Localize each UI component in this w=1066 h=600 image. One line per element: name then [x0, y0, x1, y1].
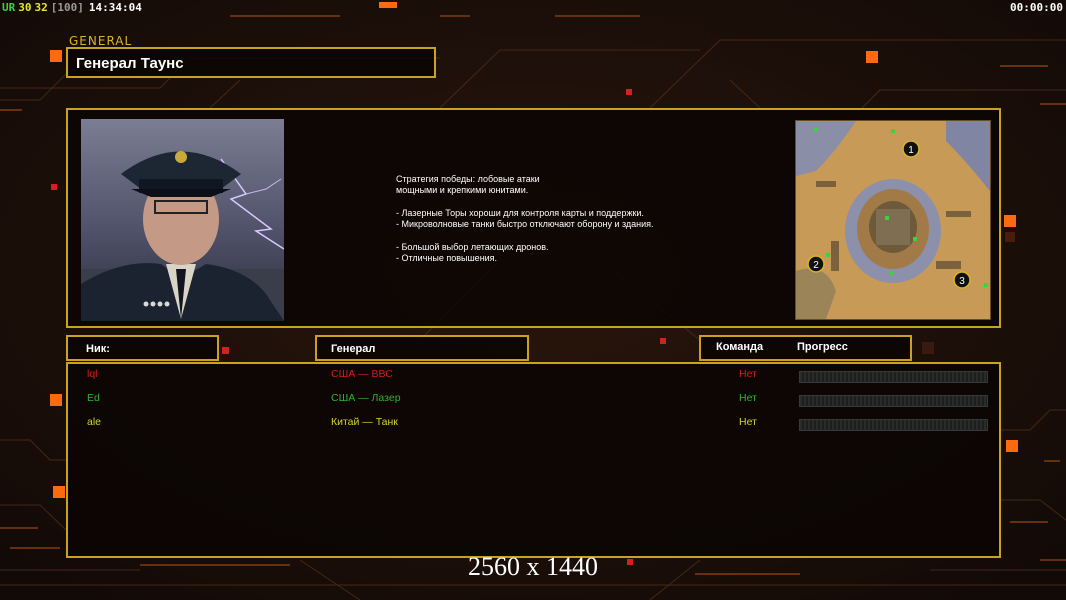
general-tag-label: GENERAL [69, 34, 133, 48]
minimap: 1 2 3 [795, 120, 991, 320]
column-header-general-label: Генерал [331, 343, 376, 355]
player-progress-bar [799, 395, 988, 407]
hud-segment: 30 [18, 1, 32, 14]
hud-segment: 14:34:04 [88, 1, 142, 14]
general-description: Стратегия победы: лобовые атаки мощными … [396, 174, 654, 264]
player-general: Китай — Танк [331, 416, 398, 428]
column-header-team-progress: Команда Прогресс [699, 335, 912, 361]
decor-square [922, 342, 934, 354]
hud-segment: [100] [50, 1, 84, 14]
player-general: США — Лазер [331, 392, 401, 404]
player-row: ale Китай — Танк Нет [68, 416, 999, 432]
fps-readout: UR 30 32 [100] 14:34:04 [2, 1, 145, 14]
player-team: Нет [739, 416, 757, 428]
start-position-2: 2 [813, 260, 819, 271]
start-position-1: 1 [908, 145, 914, 156]
decor-square [1006, 440, 1018, 452]
column-header-nick: Ник: [66, 335, 219, 361]
resolution-label: 2560 x 1440 [468, 552, 598, 581]
decor-square [50, 394, 62, 406]
player-nick: ale [87, 416, 102, 428]
decor-square [53, 486, 65, 498]
decor-square [866, 51, 878, 63]
hud-segment: UR [2, 1, 16, 14]
player-progress-bar [799, 371, 988, 383]
decor-square [379, 2, 397, 8]
player-list-panel: lql США — ВВС Нет Ed США — Лазер Нет ale… [66, 362, 1001, 558]
general-portrait [81, 119, 284, 321]
player-team: Нет [739, 368, 757, 380]
column-header-general: Генерал [315, 335, 529, 361]
player-general: США — ВВС [331, 368, 393, 380]
player-row: Ed США — Лазер Нет [68, 392, 999, 408]
decor-square [50, 50, 62, 62]
column-header-team-label: Команда [716, 341, 764, 353]
general-name: Генерал Таунс [76, 55, 184, 72]
player-row: lql США — ВВС Нет [68, 368, 999, 384]
start-position-3: 3 [959, 276, 965, 287]
general-info-panel: Стратегия победы: лобовые атаки мощными … [66, 108, 1001, 328]
player-nick: Ed [87, 392, 100, 404]
decor-square [51, 184, 57, 190]
player-team: Нет [739, 392, 757, 404]
hud-segment: 32 [34, 1, 48, 14]
decor-square [1005, 232, 1015, 242]
column-header-progress-label: Прогресс [797, 341, 848, 353]
player-progress-bar [799, 419, 988, 431]
column-header-nick-label: Ник: [86, 343, 110, 355]
decor-square [660, 338, 666, 344]
decor-square [1004, 215, 1016, 227]
decor-square [222, 347, 229, 354]
general-name-box: Генерал Таунс [66, 47, 436, 78]
player-nick: lql [87, 368, 98, 380]
game-timer: 00:00:00 [1010, 1, 1063, 14]
decor-square [626, 89, 632, 95]
